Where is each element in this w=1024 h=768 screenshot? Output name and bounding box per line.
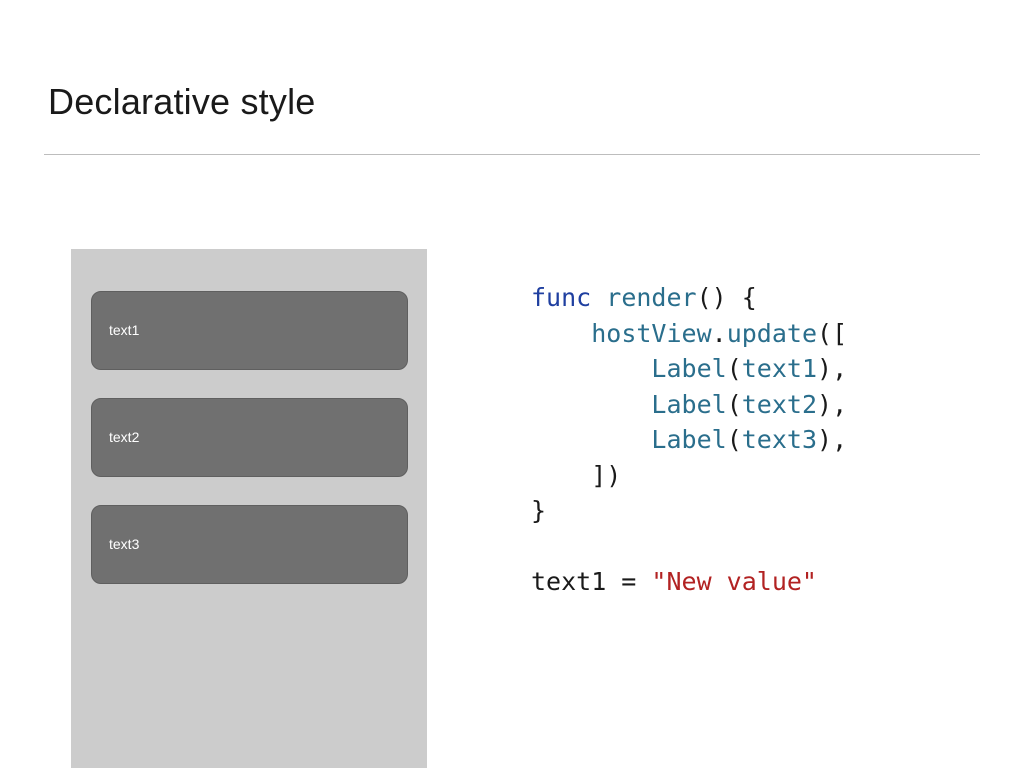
code-token: ), bbox=[817, 354, 848, 383]
code-token: ([ bbox=[817, 318, 848, 348]
code-token: } bbox=[531, 496, 547, 525]
code-token: () { bbox=[696, 283, 757, 312]
code-token: ), bbox=[817, 425, 848, 454]
code-token: ( bbox=[726, 425, 742, 454]
code-token: Label bbox=[651, 389, 727, 419]
code-token: Label bbox=[651, 354, 727, 383]
code-line: ]) bbox=[531, 458, 847, 494]
code-line: text1 = "New value" bbox=[531, 564, 847, 600]
code-token: "New value" bbox=[651, 567, 817, 596]
code-line: func render() { bbox=[531, 280, 847, 316]
code-line: Label(text1), bbox=[531, 351, 847, 387]
code-token: text1 = bbox=[531, 567, 652, 596]
label-card-text: text3 bbox=[109, 536, 140, 552]
code-token: ]) bbox=[531, 460, 622, 490]
label-card-text1: text1 bbox=[91, 291, 408, 370]
code-token: update bbox=[726, 318, 818, 348]
device-view: text1 text2 text3 bbox=[71, 249, 427, 768]
slide-title: Declarative style bbox=[48, 81, 316, 122]
label-card-text: text1 bbox=[109, 322, 140, 338]
code-token: render bbox=[606, 283, 697, 312]
code-token: text3 bbox=[741, 425, 818, 454]
code-token: func bbox=[531, 283, 592, 312]
label-card-text3: text3 bbox=[91, 505, 408, 584]
code-token: text2 bbox=[741, 389, 818, 419]
code-line: Label(text2), bbox=[531, 387, 847, 423]
code-line: Label(text3), bbox=[531, 422, 847, 458]
code-token: text1 bbox=[741, 354, 818, 383]
code-token: Label bbox=[651, 425, 727, 454]
label-card-text: text2 bbox=[109, 429, 140, 445]
label-card-text2: text2 bbox=[91, 398, 408, 477]
code-line: } bbox=[531, 493, 847, 529]
title-divider bbox=[44, 154, 980, 155]
code-token: hostView bbox=[591, 318, 712, 348]
code-snippet: func render() { hostView.update([ Label(… bbox=[531, 280, 847, 600]
code-token: ( bbox=[726, 389, 742, 419]
code-token: . bbox=[711, 318, 727, 348]
code-token: ), bbox=[817, 389, 848, 419]
code-token: ( bbox=[726, 354, 742, 383]
code-line: hostView.update([ bbox=[531, 316, 847, 352]
